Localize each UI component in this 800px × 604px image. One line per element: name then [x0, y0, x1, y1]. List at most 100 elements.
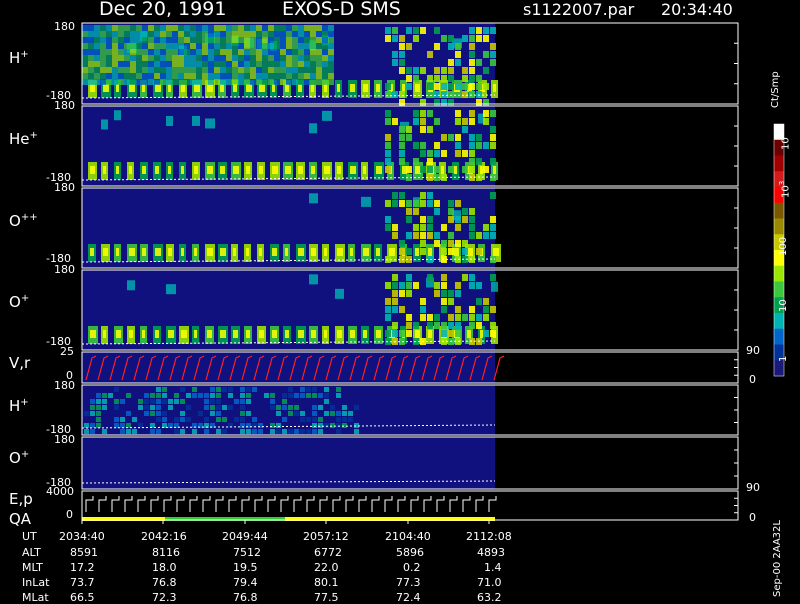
spectrum-cell	[82, 67, 88, 73]
spectrum-cell	[172, 31, 178, 37]
spectrum-cell	[476, 75, 482, 82]
spectrum-cell	[82, 73, 88, 79]
spectrum-cell	[244, 55, 250, 61]
spectrum-cell	[214, 61, 220, 67]
spectrum-cell	[294, 429, 299, 434]
ut-value: 2112:08	[466, 530, 512, 543]
spectrum-cell	[168, 399, 173, 404]
spectrum-cell	[483, 110, 489, 117]
colorbar-unit: Ct/Smp	[770, 71, 781, 108]
spectrum-cell	[174, 399, 179, 404]
spectrum-cell	[286, 43, 292, 49]
spectrum-core	[493, 84, 496, 92]
spectrum-cell	[336, 429, 341, 434]
spectrum-cell	[150, 393, 155, 398]
spectrum-core	[298, 166, 303, 174]
spectrum-cell	[130, 37, 136, 43]
spectrum-cell	[469, 208, 475, 215]
spectrum-core	[129, 84, 135, 92]
spectrum-cell	[256, 73, 262, 79]
spectrum-cell	[342, 405, 347, 410]
spectrum-cell	[160, 79, 166, 85]
spectrum-cell	[406, 126, 412, 133]
spectrum-cell	[427, 110, 433, 117]
spectrum-cell	[490, 59, 496, 66]
spectrum-cell	[232, 37, 238, 43]
spectrum-cell	[250, 73, 256, 79]
spectrum-cell	[106, 61, 112, 67]
spectrum-cell	[166, 49, 172, 55]
spectrum-cell	[216, 387, 221, 392]
spectrum-cell	[300, 393, 305, 398]
spectrum-cell	[292, 61, 298, 67]
spectrum-core	[493, 248, 499, 256]
spectrum-cell	[232, 61, 238, 67]
spectrum-cell	[90, 405, 95, 410]
spectrum-core	[428, 330, 432, 338]
spectrum-cell	[90, 429, 95, 434]
spectrum-cell	[240, 399, 245, 404]
spectrum-cell	[292, 73, 298, 79]
spectrum-cell	[413, 27, 419, 34]
spectrum-cell	[318, 429, 323, 434]
spectrum-cell	[476, 35, 482, 42]
spectrum-cell	[268, 49, 274, 55]
mlat-value: 72.4	[396, 591, 421, 604]
plot-mission: EXOS-D SMS	[282, 0, 401, 20]
spectrum-cell	[448, 67, 454, 74]
spectrum-cell	[280, 55, 286, 61]
spectrum-cell	[96, 393, 101, 398]
spectrum-cell	[184, 79, 190, 85]
spectrum-cell	[286, 61, 292, 67]
spectrum-cell	[82, 61, 88, 67]
spectrum-cell	[268, 25, 274, 31]
spectrum-cell	[406, 248, 412, 255]
spectrum-core	[194, 248, 197, 256]
mlt-value: 17.2	[70, 561, 95, 574]
spectrum-cell	[441, 248, 447, 255]
spectrum-cell	[310, 55, 316, 61]
spectrum-cell	[316, 31, 322, 37]
spectrum-cell	[288, 405, 293, 410]
spectrum-cell	[441, 83, 447, 90]
spectrum-cell	[455, 118, 461, 125]
spectrum-cell	[306, 429, 311, 434]
spectrum-cell	[298, 25, 304, 31]
spectrum-cell	[310, 25, 316, 31]
spectrum-cell	[108, 393, 113, 398]
spectrum-cell	[448, 298, 454, 305]
colorbar-swatch	[774, 360, 784, 377]
spectrum-cell	[441, 134, 447, 141]
spectrum-cell	[399, 67, 405, 74]
spectrum-cell	[413, 282, 419, 289]
spectrum-cell	[420, 166, 426, 173]
spectrum-cell	[448, 208, 454, 215]
row-label-mlt: MLT	[22, 561, 43, 574]
spectrum-cell	[434, 208, 440, 215]
spectrum-cell	[112, 49, 118, 55]
spectrum-cell	[286, 55, 292, 61]
spectrum-cell	[483, 224, 489, 231]
spectrum-cell	[240, 411, 245, 416]
spectrum-cell	[434, 322, 440, 329]
spectrum-cell	[322, 31, 328, 37]
spectrum-cell	[483, 35, 489, 42]
spectrum-cell	[476, 142, 482, 149]
spectrum-cell	[476, 322, 482, 329]
spectrum-cell	[469, 216, 475, 223]
spectrum-cell	[142, 43, 148, 49]
spectrum-cell	[434, 75, 440, 82]
spectrum-core	[142, 166, 146, 174]
spectrum-cell	[114, 399, 119, 404]
spectrum-core	[259, 330, 264, 338]
spectrum-cell	[280, 49, 286, 55]
spectrum-cell	[256, 55, 262, 61]
spectrum-cell	[202, 73, 208, 79]
spectrum-cell	[156, 405, 161, 410]
spectrum-cell	[420, 240, 426, 247]
spectrum-cell	[246, 387, 251, 392]
spectrum-cell	[184, 43, 190, 49]
spectrum-core	[103, 84, 109, 92]
spectrum-core	[350, 84, 355, 92]
spectrum-cell	[310, 49, 316, 55]
